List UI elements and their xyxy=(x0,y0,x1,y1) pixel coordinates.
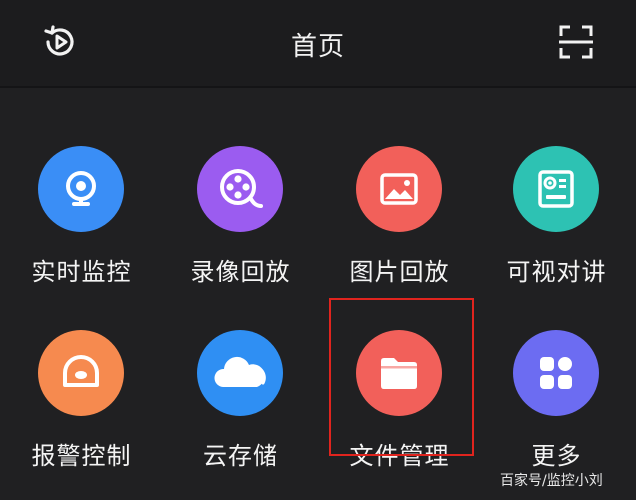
feature-live-monitor[interactable]: 实时监控 xyxy=(2,106,161,286)
film-reel-icon xyxy=(220,169,263,208)
more-grid-icon xyxy=(540,357,572,389)
alarm-control-circle xyxy=(38,330,124,416)
feature-cloud-storage[interactable]: 云存储 xyxy=(161,290,320,470)
image-icon xyxy=(380,173,418,205)
alarm-icon xyxy=(63,355,99,387)
feature-video-intercom[interactable]: 可视对讲 xyxy=(477,106,636,286)
scan-button[interactable] xyxy=(554,20,598,64)
cloud-storage-circle xyxy=(197,330,283,416)
feature-label: 图片回放 xyxy=(349,258,450,286)
feature-file-management[interactable]: 文件管理 xyxy=(320,290,479,470)
more-circle xyxy=(513,330,599,416)
feature-label: 文件管理 xyxy=(349,442,450,470)
header-bar: 首页 xyxy=(0,0,636,88)
intercom-icon xyxy=(538,170,574,208)
video-intercom-circle xyxy=(513,146,599,232)
feature-grid: 实时监控 录像回放 图片回放 可视对讲 报警控制 云存储 文件管理 更多 xyxy=(0,88,636,500)
live-monitor-circle xyxy=(38,146,124,232)
file-management-circle xyxy=(356,330,442,416)
cloud-icon xyxy=(214,356,266,387)
feature-label: 更多 xyxy=(531,442,582,470)
feature-label: 录像回放 xyxy=(190,258,291,286)
scan-icon xyxy=(559,25,593,59)
feature-more[interactable]: 更多 xyxy=(477,290,636,470)
feature-label: 可视对讲 xyxy=(506,258,607,286)
feature-video-playback[interactable]: 录像回放 xyxy=(161,106,320,286)
camera-icon xyxy=(66,171,96,206)
image-playback-circle xyxy=(356,146,442,232)
watermark-text: 百家号/监控小刘 xyxy=(500,473,603,489)
feature-label: 报警控制 xyxy=(31,442,132,470)
feature-image-playback[interactable]: 图片回放 xyxy=(320,106,479,286)
feature-label: 云存储 xyxy=(203,442,278,470)
video-playback-circle xyxy=(197,146,283,232)
feature-label: 实时监控 xyxy=(31,258,132,286)
page-title: 首页 xyxy=(290,32,345,62)
feature-alarm-control[interactable]: 报警控制 xyxy=(2,290,161,470)
folder-icon xyxy=(381,358,417,389)
